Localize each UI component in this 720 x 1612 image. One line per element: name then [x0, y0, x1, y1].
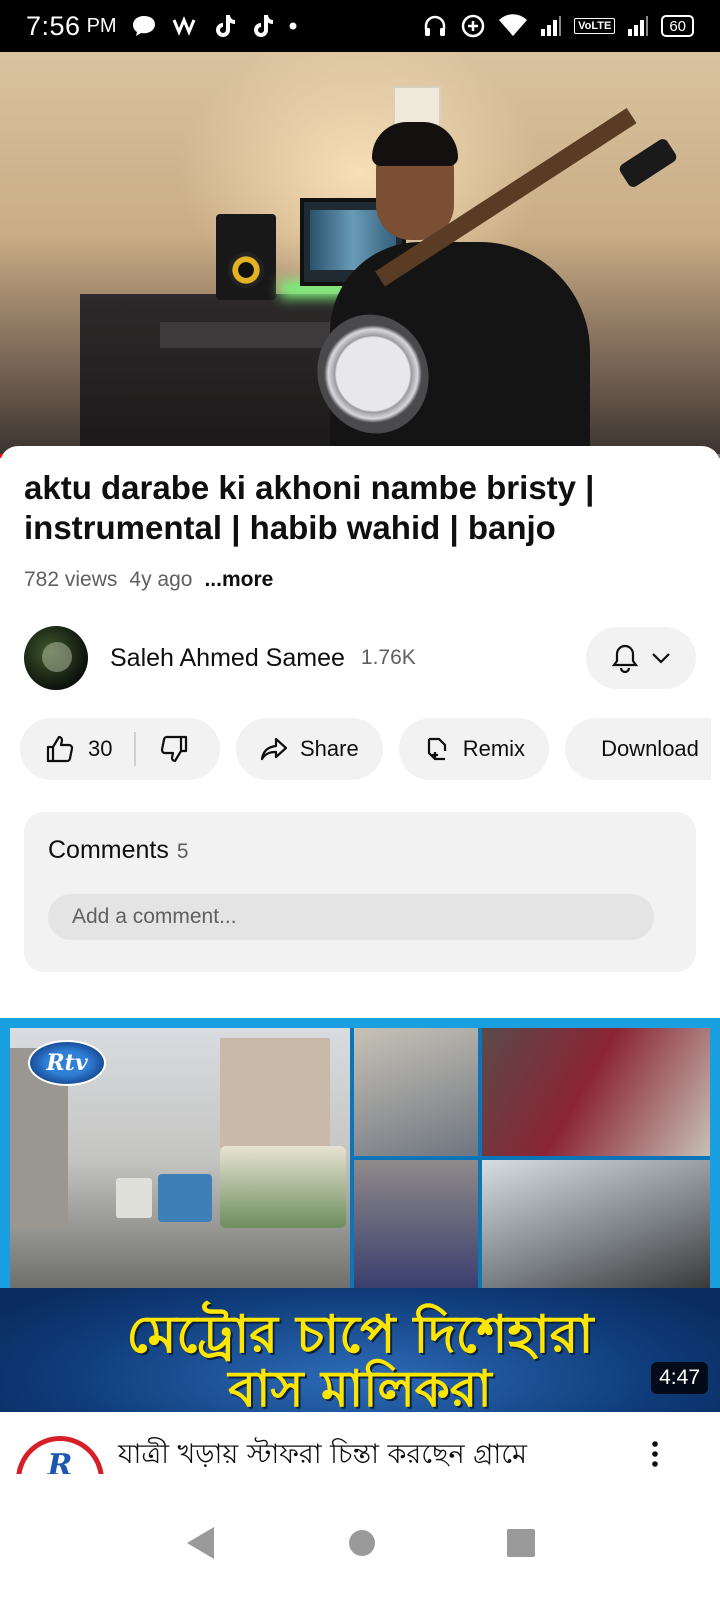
system-navigation-bar — [0, 1474, 720, 1612]
video-frame-keyboard — [160, 322, 330, 348]
comments-header: Comments 5 — [48, 836, 189, 865]
home-icon[interactable] — [347, 1528, 377, 1558]
more-link[interactable]: ...more — [204, 568, 273, 592]
signal-wave-icon — [172, 16, 195, 36]
upload-age: 4y ago — [129, 568, 193, 591]
tiktok-icon — [215, 15, 235, 37]
video-player[interactable] — [0, 52, 720, 458]
like-dislike-group: 30 — [20, 718, 220, 780]
data-saver-icon — [461, 14, 485, 38]
thumbnail-bus — [220, 1146, 346, 1228]
status-bar: 7:56 PM VoLTE 60 — [0, 0, 720, 52]
comments-card[interactable]: Comments 5 Add a comment... — [24, 812, 696, 972]
share-icon — [260, 737, 288, 761]
thumbnail-bus-interior — [354, 1160, 478, 1288]
video-meta[interactable]: 782 views 4y ago ...more — [24, 568, 273, 592]
bell-icon — [611, 644, 639, 673]
next-channel-avatar[interactable]: R — [16, 1436, 104, 1474]
kebab-menu-icon — [652, 1441, 658, 1467]
download-button[interactable]: Download — [565, 718, 712, 780]
next-video-info[interactable]: R যাত্রী খড়ায় স্টাফরা চিন্তা করছেন গ্র… — [0, 1412, 720, 1474]
like-icon[interactable] — [44, 733, 76, 765]
wifi-icon — [499, 14, 528, 36]
thumbnail-bus — [116, 1178, 152, 1218]
thumbnail-bus — [158, 1174, 212, 1222]
more-notifications-icon — [289, 22, 297, 30]
channel-avatar[interactable] — [24, 626, 88, 690]
remix-button[interactable]: Remix — [398, 718, 550, 780]
channel-row[interactable]: Saleh Ahmed Samee 1.76K — [24, 626, 696, 690]
video-title[interactable]: aktu darabe ki akhoni nambe bristy | ins… — [24, 468, 684, 548]
thumbnail-bus-seats — [482, 1028, 710, 1156]
remix-icon — [427, 737, 446, 761]
headphones-icon — [424, 15, 446, 36]
video-duration-badge: 4:47 — [651, 1362, 708, 1394]
cell-signal-icon — [628, 16, 649, 36]
thumbnail-metro-station — [482, 1160, 710, 1288]
add-comment-input[interactable]: Add a comment... — [48, 894, 654, 940]
action-bar: 30 Share Remix Download — [20, 718, 712, 780]
subscriber-count: 1.76K — [360, 646, 416, 669]
thumbnail-passengers — [354, 1028, 478, 1156]
video-frame-speaker — [216, 214, 276, 300]
banner-line-2: বাস মালিকরা — [228, 1360, 492, 1412]
volte-badge: VoLTE — [574, 18, 616, 34]
like-count[interactable]: 30 — [88, 736, 112, 762]
download-label: Download — [601, 736, 699, 761]
battery-level: 60 — [669, 17, 686, 35]
video-frame-hair — [372, 122, 458, 166]
status-time: 7:56 — [26, 10, 81, 41]
cell-signal-icon — [541, 16, 562, 36]
chevron-down-icon — [652, 653, 670, 664]
video-frame-headstock — [617, 136, 679, 190]
dislike-icon[interactable] — [158, 733, 190, 765]
next-channel-logo-text: R — [47, 1447, 73, 1475]
next-video-title[interactable]: যাত্রী খড়ায় স্টাফরা চিন্তা করছেন গ্রাম… — [118, 1436, 638, 1474]
comments-title: Comments — [48, 836, 169, 864]
share-label: Share — [300, 736, 359, 761]
more-options-button[interactable] — [640, 1434, 670, 1474]
remix-label: Remix — [462, 736, 526, 761]
tiktok-icon — [253, 15, 273, 37]
comments-count: 5 — [176, 840, 189, 863]
rtv-logo: Rtv — [28, 1040, 106, 1086]
thumbnail-image: Rtv — [10, 1028, 710, 1288]
system-icons: VoLTE 60 — [422, 13, 694, 39]
recents-icon[interactable] — [506, 1528, 536, 1558]
notification-bell-button[interactable] — [586, 627, 696, 689]
share-button[interactable]: Share — [236, 718, 383, 780]
view-count: 782 views — [24, 568, 118, 591]
notification-icons — [131, 13, 297, 39]
like-divider — [134, 732, 136, 766]
battery-icon: 60 — [661, 15, 694, 37]
status-ampm: PM — [86, 14, 117, 37]
chat-bubble-icon — [132, 16, 155, 36]
thumbnail-banner: মেট্রোর চাপে দিশেহারা বাস মালিকরা — [0, 1288, 720, 1412]
next-video-thumbnail[interactable]: Rtv মেট্রোর চাপে দিশেহারা বাস মালিকরা 4:… — [0, 1018, 720, 1412]
channel-name[interactable]: Saleh Ahmed Samee — [110, 644, 345, 673]
back-icon[interactable] — [184, 1525, 218, 1561]
